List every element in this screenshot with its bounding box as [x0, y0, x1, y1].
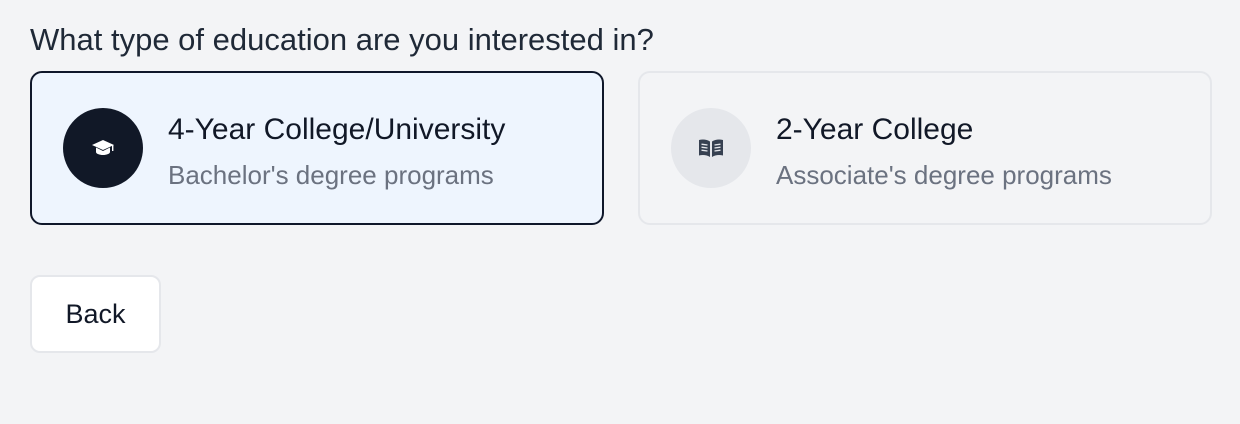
open-book-icon — [671, 108, 751, 188]
option-subtitle: Associate's degree programs — [776, 160, 1112, 190]
question-heading: What type of education are you intereste… — [30, 22, 654, 57]
option-4-year-college[interactable]: 4-Year College/University Bachelor's deg… — [30, 71, 604, 225]
option-title: 4-Year College/University — [168, 113, 506, 146]
option-2-year-college[interactable]: 2-Year College Associate's degree progra… — [638, 71, 1212, 225]
graduation-cap-icon — [63, 108, 143, 188]
back-button[interactable]: Back — [30, 275, 161, 353]
option-title: 2-Year College — [776, 113, 974, 146]
option-subtitle: Bachelor's degree programs — [168, 160, 494, 190]
education-options: 4-Year College/University Bachelor's deg… — [30, 71, 1212, 225]
